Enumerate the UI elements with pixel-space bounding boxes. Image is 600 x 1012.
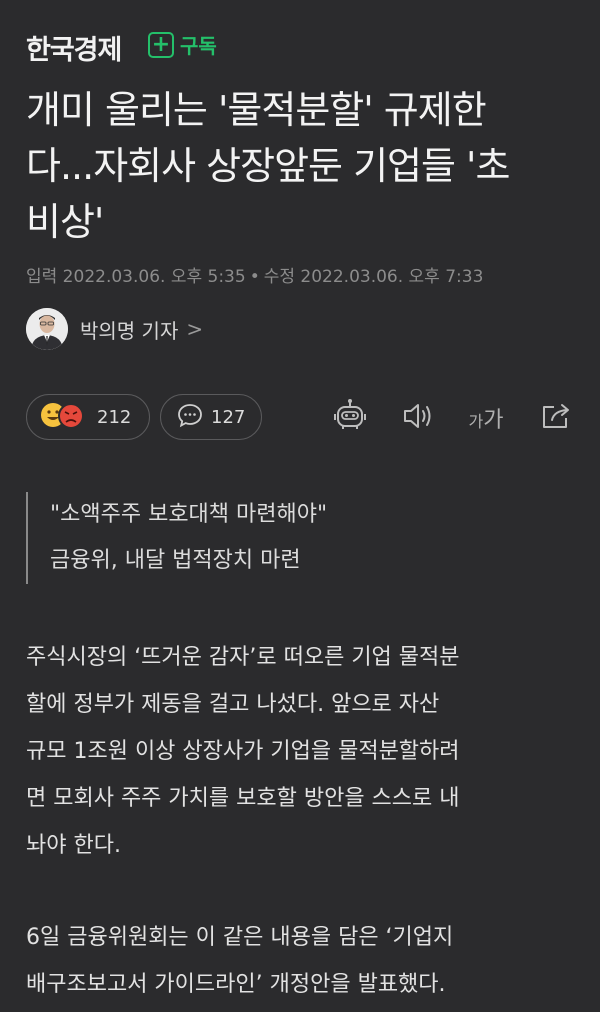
chevron-right-icon: > bbox=[186, 317, 204, 341]
headline-line: 비상' bbox=[26, 200, 104, 244]
font-size-button[interactable]: 가가 bbox=[464, 398, 508, 438]
headline-line: 다...자회사 상장앞둔 기업들 '초 bbox=[26, 144, 510, 188]
robot-summary-icon bbox=[332, 398, 368, 438]
summary-line: 금융위, 내달 법적장치 마련 bbox=[50, 548, 301, 573]
font-size-icon: 가가 bbox=[469, 402, 504, 434]
plus-icon: + bbox=[148, 31, 174, 58]
body-line: 할에 정부가 제동을 걸고 나섰다. 앞으로 자산 bbox=[26, 692, 440, 717]
share-button[interactable] bbox=[536, 398, 576, 438]
comment-icon bbox=[177, 402, 203, 432]
body-line: 배구조보고서 가이드라인’ 개정안을 발표했다. bbox=[26, 972, 446, 997]
body-paragraph: 주식시장의 ‘뜨거운 감자’로 떠오른 기업 물적분 할에 정부가 제동을 걸고… bbox=[26, 634, 574, 869]
tts-button[interactable] bbox=[398, 398, 438, 438]
comment-button[interactable]: 127 bbox=[160, 394, 262, 440]
body-line: 놔야 한다. bbox=[26, 833, 121, 858]
modified-date: 수정 2022.03.06. 오후 7:33 bbox=[263, 267, 484, 287]
body-line: 주식시장의 ‘뜨거운 감자’로 떠오른 기업 물적분 bbox=[26, 645, 460, 670]
summary-line: "소액주주 보호대책 마련해야" bbox=[50, 502, 328, 527]
press-name[interactable]: 한국경제 bbox=[26, 28, 122, 67]
article-summary: "소액주주 보호대책 마련해야" 금융위, 내달 법적장치 마련 bbox=[26, 492, 327, 584]
body-paragraph: 6일 금융위원회는 이 같은 내용을 담은 ‘기업지 배구조보고서 가이드라인’… bbox=[26, 914, 574, 1008]
font-size-small: 가 bbox=[468, 412, 484, 431]
body-line: 규모 1조원 이상 상장사가 기업을 물적분할하려 bbox=[26, 739, 460, 764]
subscribe-button[interactable]: + 구독 bbox=[148, 30, 217, 59]
reporter-name: 박의명 기자 bbox=[80, 318, 179, 343]
font-size-large: 가 bbox=[483, 408, 504, 433]
reaction-button[interactable]: 212 bbox=[26, 394, 150, 440]
body-line: 면 모회사 주주 가치를 보호할 방안을 스스로 내 bbox=[26, 786, 460, 811]
reaction-count: 212 bbox=[97, 406, 132, 428]
summary-bot-button[interactable] bbox=[330, 398, 370, 438]
subscribe-label: 구독 bbox=[180, 34, 217, 58]
speaker-icon bbox=[401, 401, 435, 435]
article-headline: 개미 울리는 '물적분할' 규제한 다...자회사 상장앞둔 기업들 '초 비상… bbox=[26, 82, 582, 250]
reporter-link[interactable]: 박의명 기자 > bbox=[26, 308, 203, 350]
published-date: 입력 2022.03.06. 오후 5:35 bbox=[26, 267, 246, 287]
reaction-emoji-icon bbox=[39, 401, 89, 433]
body-line: 6일 금융위원회는 이 같은 내용을 담은 ‘기업지 bbox=[26, 925, 454, 950]
headline-line: 개미 울리는 '물적분할' 규제한 bbox=[26, 88, 487, 132]
article-dates: 입력 2022.03.06. 오후 5:35 • 수정 2022.03.06. 오후… bbox=[26, 262, 483, 287]
date-separator: • bbox=[249, 267, 260, 287]
avatar bbox=[26, 308, 68, 350]
comment-count: 127 bbox=[211, 406, 246, 428]
share-icon bbox=[540, 401, 572, 435]
